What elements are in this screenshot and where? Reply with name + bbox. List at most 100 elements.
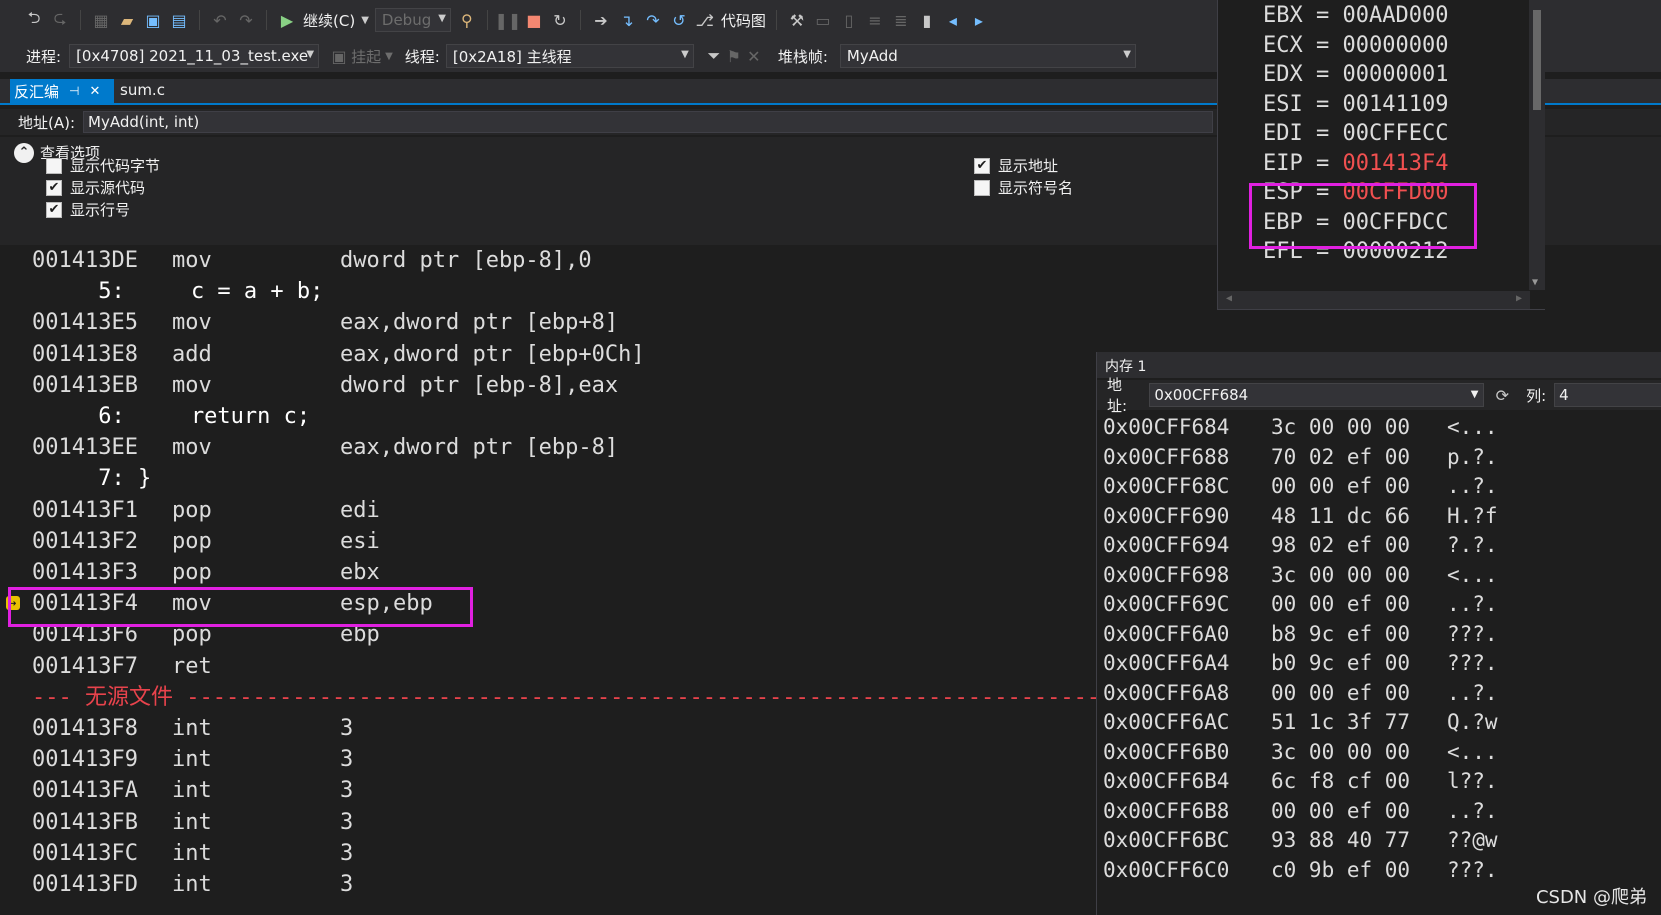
register-name: EDX (1263, 62, 1303, 87)
new-project-icon[interactable]: ▦ (91, 10, 111, 30)
address-input[interactable]: MyAdd(int, int) (83, 111, 1214, 133)
suspend-button[interactable]: 挂起 (351, 46, 381, 67)
register-value[interactable]: 00000000 (1343, 33, 1449, 58)
memory-row-bytes[interactable]: 3c 00 00 00 (1271, 560, 1410, 591)
clear-flags-icon[interactable]: ✕ (744, 46, 764, 66)
memory-row-bytes[interactable]: b8 9c ef 00 (1271, 619, 1410, 650)
restart-icon[interactable]: ↻ (550, 10, 570, 30)
filter-icon[interactable]: ⏷ (704, 46, 724, 66)
flag-thread-icon[interactable]: ⚑ (724, 46, 744, 66)
memory-row-bytes[interactable]: 51 1c 3f 77 (1271, 707, 1410, 738)
memory-title[interactable]: 内存 1 (1097, 352, 1661, 378)
tab-disassembly[interactable]: 反汇编 ⊣ ✕ (10, 79, 114, 103)
codemap-button[interactable]: 代码图 (721, 10, 766, 31)
step-over-icon[interactable]: ↷ (643, 10, 663, 30)
bookmark-icon[interactable]: ▮ (917, 10, 937, 30)
registers-window[interactable]: ▼ ◀ ▶ EBX = 00AAD000 ECX = 00000000 EDX = … (1217, 0, 1545, 310)
memory-row-bytes[interactable]: 00 00 ef 00 (1271, 471, 1410, 502)
stackframe-dropdown[interactable]: MyAdd ▼ (839, 44, 1136, 68)
collapse-icon[interactable]: ⌃ (14, 142, 34, 163)
instruction-mnemonic: pop (172, 560, 212, 585)
instruction-address: 001413EB (32, 372, 138, 398)
thread-dropdown[interactable]: [0x2A18] 主线程 ▼ (445, 44, 694, 68)
pin-icon[interactable]: ⊣ (69, 84, 79, 98)
register-value[interactable]: 00000001 (1343, 62, 1449, 87)
next-bookmark-icon[interactable]: ▸ (969, 10, 989, 30)
memory-row-bytes[interactable]: 98 02 ef 00 (1271, 530, 1410, 561)
forward-icon[interactable]: ⮎ (50, 8, 70, 30)
process-dropdown[interactable]: [0x4708] 2021_11_03_test.exe ▼ (69, 44, 320, 68)
vertical-scrollbar[interactable]: ▼ (1529, 0, 1545, 290)
close-icon[interactable]: ✕ (89, 84, 100, 99)
scrollbar-thumb[interactable] (1533, 10, 1541, 110)
show-source-option[interactable]: ✔ 显示源代码 (46, 177, 145, 198)
pause-icon[interactable]: ❚❚ (494, 10, 521, 30)
register-row: ESI = 00141109 (1263, 91, 1449, 117)
instruction-address: 001413F2 (32, 528, 138, 554)
open-file-icon[interactable]: ▰ (117, 10, 137, 30)
show-address-option[interactable]: ✔ 显示地址 (974, 155, 1058, 176)
scroll-left-icon[interactable]: ◀ (1226, 293, 1232, 304)
memory-row-bytes[interactable]: 93 88 40 77 (1271, 825, 1410, 856)
memory-row-bytes[interactable]: 6c f8 cf 00 (1271, 766, 1410, 797)
register-value[interactable]: 00AAD000 (1343, 3, 1449, 28)
step-out-icon[interactable]: ↺ (669, 10, 689, 30)
config-dropdown[interactable]: Debug ▼ (374, 8, 451, 32)
checkbox[interactable]: ✔ (46, 179, 62, 196)
register-value[interactable]: 00141109 (1343, 92, 1449, 117)
show-symbol-names-option[interactable]: 显示符号名 (974, 177, 1073, 198)
memory-row-bytes[interactable]: 70 02 ef 00 (1271, 442, 1410, 473)
continue-button[interactable]: 继续(C) (303, 10, 355, 31)
memory-row-bytes[interactable]: 00 00 ef 00 (1271, 678, 1410, 709)
undo-icon[interactable]: ↶ (210, 10, 230, 30)
memory-address-input[interactable]: 0x00CFF684 ▼ (1149, 383, 1485, 407)
memory-row-chars: <... (1447, 415, 1498, 439)
uncomment-icon[interactable]: ≣ (891, 10, 911, 30)
instruction-operands: 3 (340, 778, 354, 804)
redo-icon[interactable]: ↷ (236, 10, 256, 30)
checkbox[interactable] (46, 157, 62, 174)
show-next-statement-icon[interactable]: ➔ (591, 10, 611, 30)
register-row: EDI = 00CFFECC (1263, 121, 1449, 146)
chevron-down-icon: ▼ (1470, 389, 1479, 400)
show-line-numbers-option[interactable]: ✔ 显示行号 (46, 199, 130, 220)
align-left-icon[interactable]: ▭ (813, 10, 833, 30)
register-value[interactable]: 00CFFECC (1343, 121, 1449, 146)
step-into-icon[interactable]: ↴ (617, 10, 637, 30)
checkbox[interactable]: ✔ (974, 157, 990, 174)
columns-input[interactable]: 4 (1554, 383, 1661, 407)
stop-icon[interactable]: ■ (524, 10, 544, 30)
memory-row-bytes[interactable]: 48 11 dc 66 (1271, 501, 1410, 532)
hex-toggle-icon[interactable]: ⚒ (787, 10, 807, 30)
codemap-icon[interactable]: ⎇ (695, 10, 715, 30)
memory-row-bytes[interactable]: 00 00 ef 00 (1271, 589, 1410, 620)
memory-row-bytes[interactable]: b0 9c ef 00 (1271, 648, 1410, 679)
comment-icon[interactable]: ≡ (865, 10, 885, 30)
chevron-down-icon[interactable]: ▼ (385, 51, 393, 62)
prev-bookmark-icon[interactable]: ◂ (943, 10, 963, 30)
save-all-icon[interactable]: ▤ (169, 10, 189, 30)
find-icon[interactable]: ⚲ (457, 10, 477, 30)
suspend-icon[interactable]: ▣ (329, 46, 349, 66)
memory-row-bytes[interactable]: 00 00 ef 00 (1271, 796, 1410, 827)
continue-icon[interactable]: ▶ (277, 10, 297, 30)
show-code-bytes-option[interactable]: 显示代码字节 (46, 155, 160, 176)
back-icon[interactable]: ⮌ (24, 8, 44, 30)
memory-row-bytes[interactable]: c0 9b ef 00 (1271, 855, 1410, 886)
disassembly-view[interactable]: 001413DE mov dword ptr [ebp-8],0 5: c = a … (6, 245, 1127, 915)
save-icon[interactable]: ▣ (143, 10, 163, 30)
checkbox[interactable] (974, 179, 990, 196)
checkbox[interactable]: ✔ (46, 201, 62, 218)
memory-row-bytes[interactable]: 3c 00 00 00 (1271, 412, 1410, 443)
scroll-right-icon[interactable]: ▶ (1516, 293, 1522, 304)
align-right-icon[interactable]: ▯ (839, 10, 859, 30)
scroll-down-icon[interactable]: ▼ (1532, 277, 1538, 288)
chevron-down-icon[interactable]: ▼ (361, 15, 369, 26)
no-source-dashes: ----------------------------------------… (173, 684, 1127, 710)
horizontal-scrollbar[interactable]: ◀ ▶ (1218, 291, 1530, 309)
memory-row-bytes[interactable]: 3c 00 00 00 (1271, 737, 1410, 768)
tab-sum-c[interactable]: sum.c (120, 81, 165, 99)
refresh-icon[interactable]: ⟳ (1492, 385, 1512, 405)
instruction-address: 001413FA (32, 778, 138, 804)
register-value[interactable]: 001413F4 (1343, 151, 1449, 176)
